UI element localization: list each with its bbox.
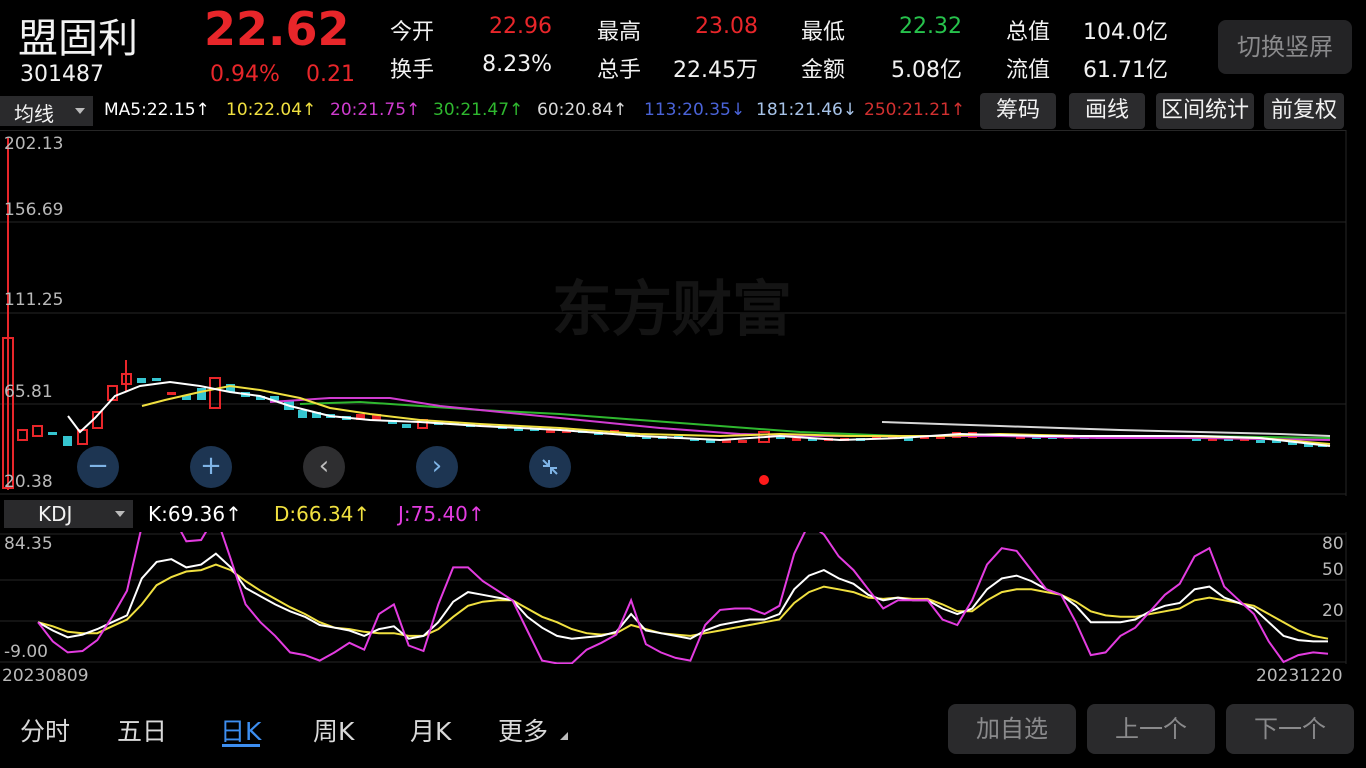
chips-button[interactable]: 筹码 [980, 93, 1056, 129]
chevron-left-icon: ‹ [318, 451, 330, 481]
chevron-down-icon [115, 511, 125, 517]
forward-adjust-button[interactable]: 前复权 [1264, 93, 1344, 129]
stock-name: 盟固利 [18, 16, 138, 62]
tab-monthly-k[interactable]: 月K [410, 712, 451, 748]
stat-label: 金额 [801, 58, 846, 83]
event-marker[interactable] [759, 475, 769, 485]
kdj-chart[interactable] [0, 532, 1366, 664]
kdj-j-line [37, 532, 1329, 664]
change-percent: 0.94% [210, 62, 280, 87]
kdj-y-tick-right: 50 [1322, 560, 1344, 580]
ma-lines [67, 380, 1331, 447]
stat-label: 今开 [390, 20, 435, 45]
more-corner-icon [560, 732, 568, 740]
kdj-y-tick-right: 80 [1322, 534, 1344, 554]
kdj-d-label: D:66.34↑ [274, 502, 371, 526]
ma250-label: 250:21.21↑ [864, 100, 966, 120]
kdj-y-tick-right: 20 [1322, 601, 1344, 621]
ma5-label: MA5:22.15↑ [104, 100, 210, 120]
tab-weekly-k[interactable]: 周K [313, 712, 354, 748]
y-tick: 202.13 [4, 134, 64, 154]
kdj-k-label: K:69.36↑ [148, 502, 242, 526]
ma30-label: 30:21.47↑ [433, 100, 524, 120]
current-price: 22.62 [204, 2, 350, 56]
change-amount: 0.21 [306, 62, 355, 87]
stat-label: 总手 [597, 58, 642, 83]
stat-value: 22.96 [489, 14, 552, 39]
zoom-out-button[interactable]: − [77, 446, 119, 488]
date-end-label: 20231220 [1256, 666, 1343, 686]
stat-value: 104.0亿 [1083, 20, 1168, 45]
tab-daily-k[interactable]: 日K [220, 712, 261, 748]
range-stats-button[interactable]: 区间统计 [1156, 93, 1254, 129]
chevron-right-icon: › [431, 451, 443, 481]
switch-portrait-button[interactable]: 切换竖屏 [1218, 20, 1352, 74]
kdj-j-label: J:75.40↑ [398, 502, 485, 526]
stat-label: 换手 [390, 58, 435, 83]
kdj-select[interactable]: KDJ [4, 500, 133, 528]
tab-active-underline [222, 744, 260, 747]
kdj-y-tick: -9.00 [4, 642, 48, 662]
tab-more[interactable]: 更多 [498, 712, 548, 748]
minus-icon: − [87, 451, 109, 481]
zoom-in-button[interactable]: + [190, 446, 232, 488]
date-start-label: 20230809 [2, 666, 89, 686]
kdj-y-tick: 84.35 [4, 534, 53, 554]
stat-value: 61.71亿 [1083, 58, 1168, 83]
kdj-grid [0, 532, 1347, 664]
ma60-label: 60:20.84↑ [537, 100, 628, 120]
plus-icon: + [200, 451, 222, 481]
collapse-icon [542, 459, 558, 475]
scroll-right-button[interactable]: › [416, 446, 458, 488]
stat-label: 最高 [597, 20, 642, 45]
stat-value: 23.08 [695, 14, 758, 39]
collapse-button[interactable] [529, 446, 571, 488]
stat-value: 22.32 [899, 14, 962, 39]
stat-value: 5.08亿 [891, 58, 962, 83]
stock-code: 301487 [20, 62, 104, 87]
draw-line-button[interactable]: 画线 [1069, 93, 1145, 129]
stat-value: 8.23% [482, 52, 552, 77]
ma10-label: 10:22.04↑ [226, 100, 317, 120]
kdj-select-label: KDJ [38, 502, 73, 526]
ma113-label: 113:20.35↓ [644, 100, 746, 120]
watermark: 东方财富 [552, 275, 792, 345]
add-watchlist-button[interactable]: 加自选 [948, 704, 1076, 754]
chevron-down-icon [75, 108, 85, 114]
y-tick: 111.25 [4, 290, 64, 310]
y-tick: 20.38 [4, 472, 53, 492]
ma181-label: 181:21.46↓ [756, 100, 858, 120]
next-stock-button[interactable]: 下一个 [1226, 704, 1354, 754]
tab-five-day[interactable]: 五日 [117, 712, 167, 748]
tab-intraday[interactable]: 分时 [20, 712, 70, 748]
kline-chart[interactable]: 东方财富 [0, 130, 1366, 496]
stat-label: 最低 [801, 20, 846, 45]
kdj-lines [37, 532, 1329, 664]
y-tick: 156.69 [4, 200, 64, 220]
stat-label: 总值 [1006, 20, 1051, 45]
indicator-select-label: 均线 [14, 102, 54, 126]
stat-value: 22.45万 [673, 58, 758, 83]
y-tick: 65.81 [4, 382, 53, 402]
ma20-label: 20:21.75↑ [330, 100, 421, 120]
previous-stock-button[interactable]: 上一个 [1087, 704, 1215, 754]
indicator-select[interactable]: 均线 [0, 96, 93, 126]
stat-label: 流值 [1006, 58, 1051, 83]
scroll-left-button[interactable]: ‹ [303, 446, 345, 488]
